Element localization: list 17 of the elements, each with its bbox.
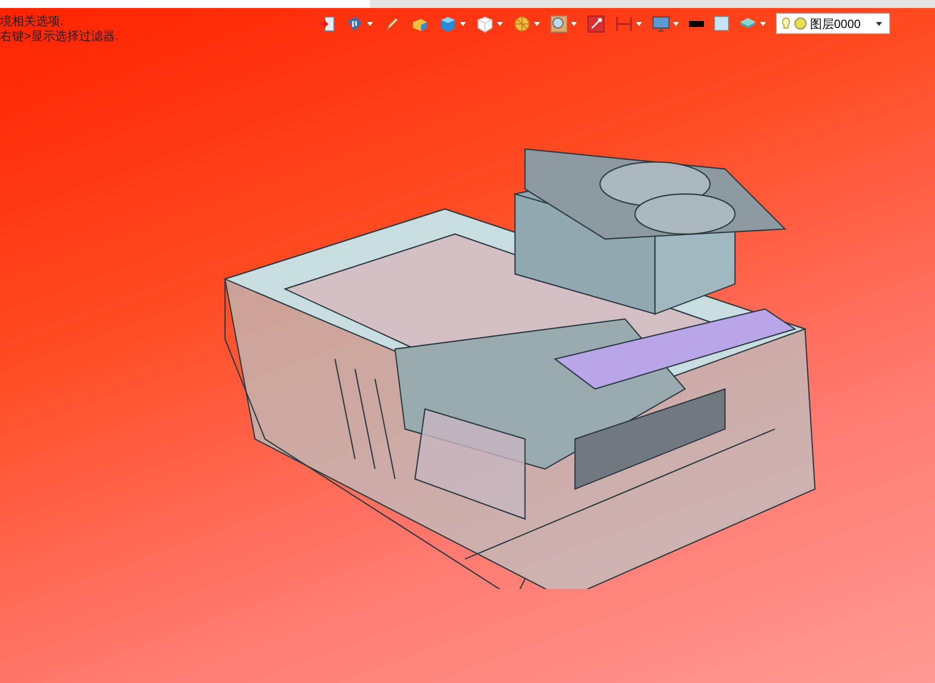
caret-icon[interactable] bbox=[876, 22, 882, 26]
dimension-icon[interactable] bbox=[615, 14, 633, 32]
layer-dropdown[interactable]: 图层0000 bbox=[776, 13, 890, 34]
color-swatch[interactable] bbox=[714, 16, 729, 31]
prompt-message: 右键>显示选择过滤器. bbox=[0, 29, 120, 44]
zoom-icon[interactable] bbox=[550, 14, 568, 32]
cube-icon[interactable] bbox=[476, 14, 494, 32]
layer-name: 图层0000 bbox=[810, 16, 861, 32]
cube-icon[interactable] bbox=[439, 14, 457, 32]
prompt-message: 境相关选项. bbox=[0, 14, 64, 29]
section-wheel-icon[interactable] bbox=[513, 14, 531, 32]
lightbulb-icon bbox=[781, 16, 791, 30]
exit-icon[interactable] bbox=[318, 14, 336, 32]
circle-icon bbox=[794, 17, 807, 30]
monitor-icon[interactable] bbox=[652, 14, 670, 32]
pencil-icon[interactable] bbox=[383, 14, 401, 32]
color-swatch[interactable] bbox=[689, 20, 704, 26]
